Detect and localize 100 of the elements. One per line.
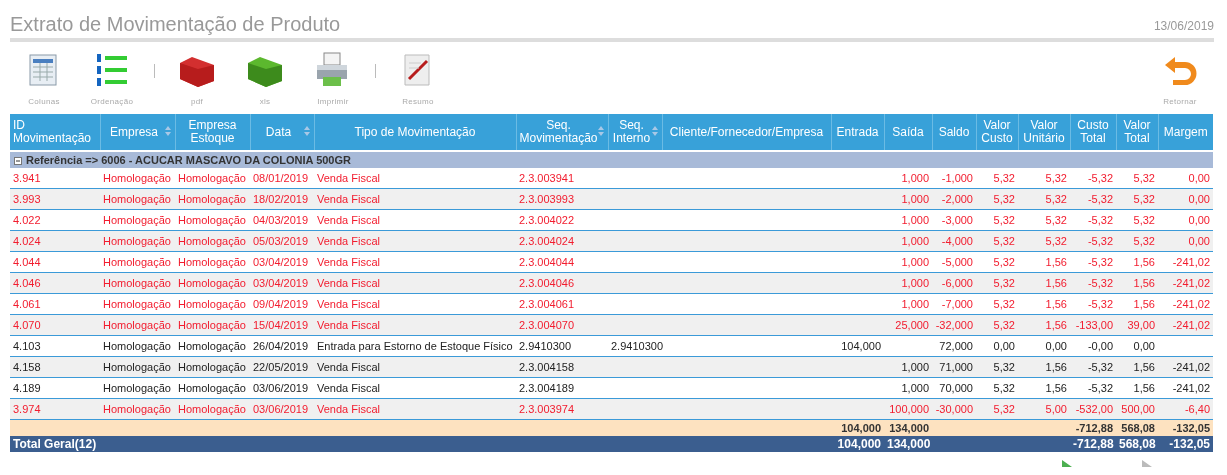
table-cell: 4.070: [10, 314, 100, 336]
table-cell: Venda Fiscal: [314, 209, 516, 231]
table-cell: 03/04/2019: [250, 272, 314, 294]
column-header[interactable]: Empresa: [100, 114, 175, 151]
table-cell: 0,00: [1158, 230, 1213, 252]
return-button[interactable]: Retornar: [1152, 50, 1208, 106]
table-cell: 4.024: [10, 230, 100, 252]
table-cell: 03/06/2019: [250, 398, 314, 420]
toolbar-button[interactable]: Imprimir: [305, 50, 361, 106]
table-cell: -5,32: [1070, 251, 1116, 273]
sort-icon[interactable]: [597, 126, 604, 136]
table-cell: Homologação: [175, 356, 250, 378]
table-cell: 1,000: [884, 272, 932, 294]
table-cell: Homologação: [100, 230, 175, 252]
table-cell: 1,56: [1116, 377, 1158, 399]
sort-icon[interactable]: [164, 126, 171, 136]
table-cell: 18/02/2019: [250, 188, 314, 210]
table-cell: -5,32: [1070, 188, 1116, 210]
column-header: Tipo de Movimentação: [314, 114, 516, 151]
table-cell: -5,32: [1070, 168, 1116, 189]
table-cell: Homologação: [175, 377, 250, 399]
table-cell: 1,000: [884, 251, 932, 273]
table-cell: Homologação: [100, 377, 175, 399]
table-cell: 4.158: [10, 356, 100, 378]
table-cell: -241,02: [1158, 356, 1213, 378]
table-cell: -5,32: [1070, 230, 1116, 252]
table-cell: 2.3.004061: [516, 293, 608, 315]
table-cell: Homologação: [175, 314, 250, 336]
table-cell: 5,32: [976, 293, 1018, 315]
table-cell: 1,000: [884, 377, 932, 399]
table-cell: 1,000: [884, 293, 932, 315]
table-cell: Venda Fiscal: [314, 168, 516, 189]
table-cell: 0,00: [1158, 188, 1213, 210]
table-cell: Venda Fiscal: [314, 356, 516, 378]
table-cell: Venda Fiscal: [314, 272, 516, 294]
table-cell: 2.3.003974: [516, 398, 608, 420]
table-cell: -7,000: [932, 293, 976, 315]
table-cell: -3,000: [932, 209, 976, 231]
table-cell: 5,32: [1116, 168, 1158, 189]
table-cell: 3.974: [10, 398, 100, 420]
next-page-icon[interactable]: [1060, 460, 1074, 467]
table-cell: 26/04/2019: [250, 335, 314, 357]
table-cell: 2.3.003941: [516, 168, 608, 189]
table-cell: 1,56: [1018, 293, 1070, 315]
sort-icon[interactable]: [303, 126, 310, 136]
table-cell: 72,000: [932, 335, 976, 357]
column-header[interactable]: Seq. Interno: [608, 114, 662, 151]
table-cell: 5,32: [976, 251, 1018, 273]
table-cell: 1,56: [1116, 356, 1158, 378]
table-cell: 0,00: [1158, 209, 1213, 231]
table-cell: 2.3.004070: [516, 314, 608, 336]
toolbar-button[interactable]: Resumo: [390, 50, 446, 106]
column-header[interactable]: Seq. Movimentação: [516, 114, 608, 151]
toolbar-button[interactable]: xls: [237, 50, 293, 106]
toolbar-button[interactable]: Ordenação: [84, 50, 140, 106]
table-cell: 08/01/2019: [250, 168, 314, 189]
toolbar-button[interactable]: pdf: [169, 50, 225, 106]
table-cell: Venda Fiscal: [314, 293, 516, 315]
last-page-icon[interactable]: [1140, 460, 1154, 467]
toolbar-button[interactable]: Colunas: [16, 50, 72, 106]
sort-icon[interactable]: [651, 126, 658, 136]
table-cell: Homologação: [100, 356, 175, 378]
table-cell: 5,32: [976, 377, 1018, 399]
table-cell: -6,000: [932, 272, 976, 294]
table-cell: 1,56: [1116, 293, 1158, 315]
column-header[interactable]: Data: [250, 114, 314, 151]
table-cell: -133,00: [1070, 314, 1116, 336]
collapse-icon[interactable]: [14, 157, 22, 165]
table-cell: Venda Fiscal: [314, 251, 516, 273]
table-cell: 4.044: [10, 251, 100, 273]
total-cell: 134,000: [884, 436, 932, 452]
table-cell: Homologação: [100, 209, 175, 231]
column-header: ID Movimentação: [10, 114, 100, 151]
table-cell: -5,32: [1070, 377, 1116, 399]
table-cell: 1,56: [1018, 251, 1070, 273]
table-cell: 2.9410300: [608, 335, 662, 357]
table-cell: 5,32: [1018, 188, 1070, 210]
table-cell: 22/05/2019: [250, 356, 314, 378]
table-cell: 3.993: [10, 188, 100, 210]
group-row[interactable]: Referência => 6006 - ACUCAR MASCAVO DA COLONIA 500GR: [10, 151, 1213, 168]
table-cell: -2,000: [932, 188, 976, 210]
table-cell: 2.9410300: [516, 335, 608, 357]
column-header: Saída: [884, 114, 932, 151]
table-cell: 1,56: [1116, 272, 1158, 294]
table-cell: Homologação: [175, 168, 250, 189]
table-cell: 1,56: [1018, 314, 1070, 336]
column-header: Margem: [1158, 114, 1213, 151]
table-cell: -241,02: [1158, 251, 1213, 273]
total-cell: 104,000: [831, 436, 884, 452]
table-cell: Homologação: [100, 272, 175, 294]
table-cell: 09/04/2019: [250, 293, 314, 315]
table-cell: Homologação: [175, 335, 250, 357]
column-header: Entrada: [831, 114, 884, 151]
table-cell: Homologação: [175, 230, 250, 252]
table-cell: 2.3.004024: [516, 230, 608, 252]
table-cell: 5,32: [976, 314, 1018, 336]
table-cell: -5,32: [1070, 209, 1116, 231]
column-header: Custo Total: [1070, 114, 1116, 151]
table-cell: -532,00: [1070, 398, 1116, 420]
table-cell: -4,000: [932, 230, 976, 252]
